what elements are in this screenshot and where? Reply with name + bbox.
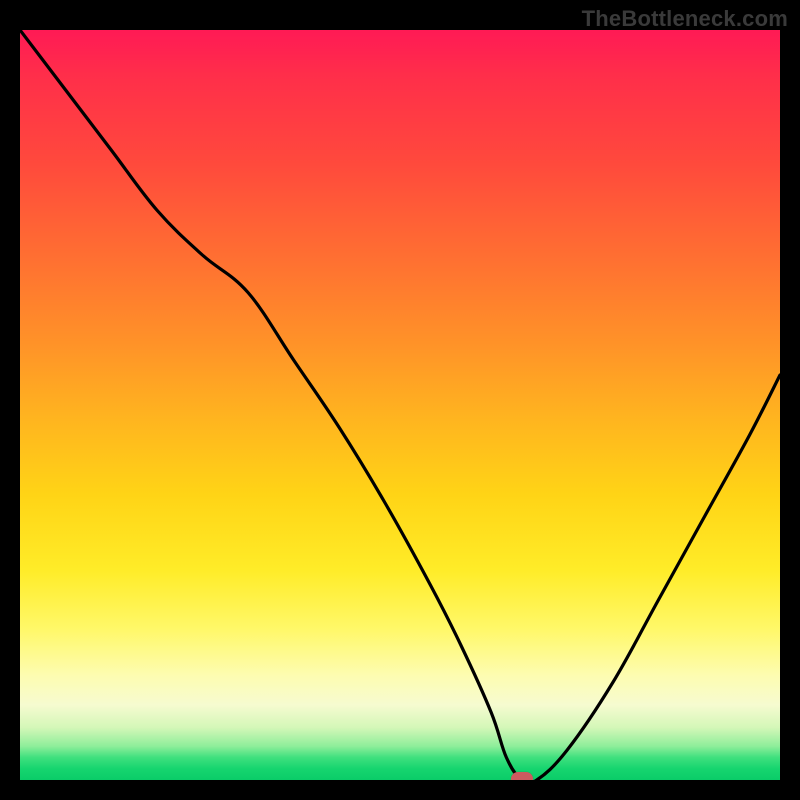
plot-area	[20, 30, 780, 780]
curve-path	[20, 30, 780, 780]
bottleneck-curve	[20, 30, 780, 780]
chart-frame: TheBottleneck.com	[0, 0, 800, 800]
optimal-marker	[511, 772, 533, 780]
watermark-text: TheBottleneck.com	[582, 6, 788, 32]
